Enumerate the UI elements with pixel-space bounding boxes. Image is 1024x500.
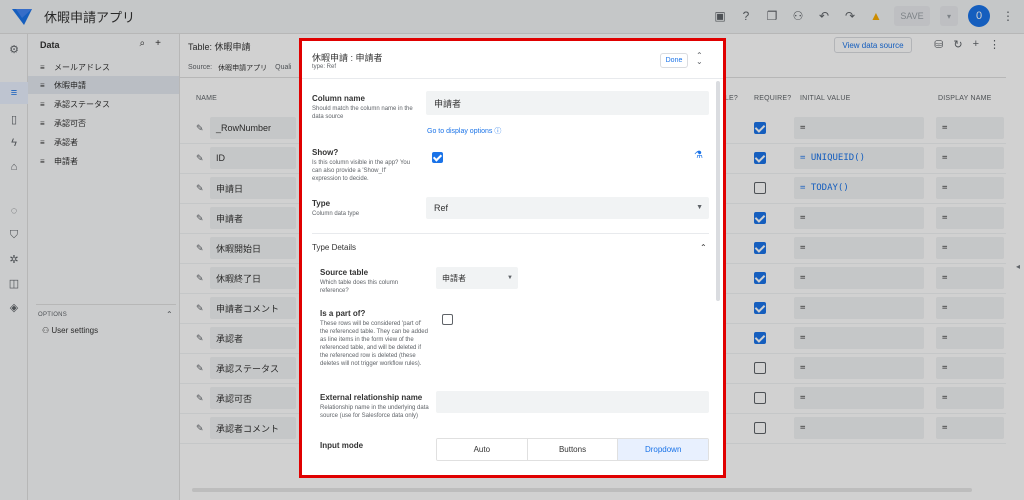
chevron-right-icon[interactable]: ◂ xyxy=(1016,262,1020,271)
show-checkbox[interactable] xyxy=(432,152,443,163)
source-table-select[interactable]: 申請者 ▼ xyxy=(436,267,518,289)
input-mode-label: Input mode xyxy=(320,441,364,450)
source-table-label: Source table xyxy=(320,268,369,277)
dialog-header: 休暇申請 : 申請者 type: Ref Done ⌃ ⌄ xyxy=(302,41,723,79)
type-desc: Column data type xyxy=(312,211,360,217)
chevron-up-icon[interactable]: ⌃ xyxy=(700,243,707,252)
go-to-display-options-link[interactable]: Go to display options ⓘ xyxy=(427,126,501,136)
column-name-label: Column name xyxy=(312,94,365,103)
info-icon: ⓘ xyxy=(494,128,502,135)
show-desc: Is this column visible in the app? You c… xyxy=(312,160,411,182)
done-button[interactable]: Done xyxy=(660,53,688,68)
part-of-label: Is a part of? xyxy=(320,309,366,318)
type-label: Type xyxy=(312,199,331,208)
external-relationship-input[interactable] xyxy=(436,391,709,413)
column-name-desc: Should match the column name in the data… xyxy=(312,106,413,120)
input-mode-dropdown[interactable]: Dropdown xyxy=(618,439,708,460)
show-label: Show? xyxy=(312,148,339,157)
type-select[interactable]: Ref ▼ xyxy=(426,197,709,219)
section-divider xyxy=(312,233,709,234)
type-details-header[interactable]: Type Details xyxy=(312,243,356,252)
dialog-title: 休暇申請 : 申請者 xyxy=(312,53,383,63)
part-of-checkbox[interactable] xyxy=(442,314,453,325)
column-edit-dialog: 休暇申請 : 申請者 type: Ref Done ⌃ ⌄ Column name… xyxy=(299,38,726,478)
external-relationship-desc: Relationship name in the underlying data… xyxy=(320,405,429,419)
dropdown-icon: ▼ xyxy=(696,204,703,211)
dropdown-icon: ▼ xyxy=(507,275,513,281)
input-mode-auto[interactable]: Auto xyxy=(437,439,528,460)
expand-collapse-icon[interactable]: ⌃ ⌄ xyxy=(696,52,703,66)
input-mode-buttons[interactable]: Buttons xyxy=(527,439,619,460)
dialog-subtitle: type: Ref xyxy=(312,64,337,70)
dialog-scrollbar[interactable] xyxy=(716,81,720,301)
horizontal-scrollbar[interactable] xyxy=(192,488,972,492)
column-name-input[interactable]: 申請者 xyxy=(426,91,709,115)
source-table-desc: Which table does this column reference? xyxy=(320,280,399,294)
flask-icon[interactable]: ⚗ xyxy=(694,150,706,162)
input-mode-selector: Auto Buttons Dropdown xyxy=(436,438,709,461)
external-relationship-label: External relationship name xyxy=(320,393,423,402)
part-of-desc: These rows will be considered 'part of' … xyxy=(320,321,428,367)
